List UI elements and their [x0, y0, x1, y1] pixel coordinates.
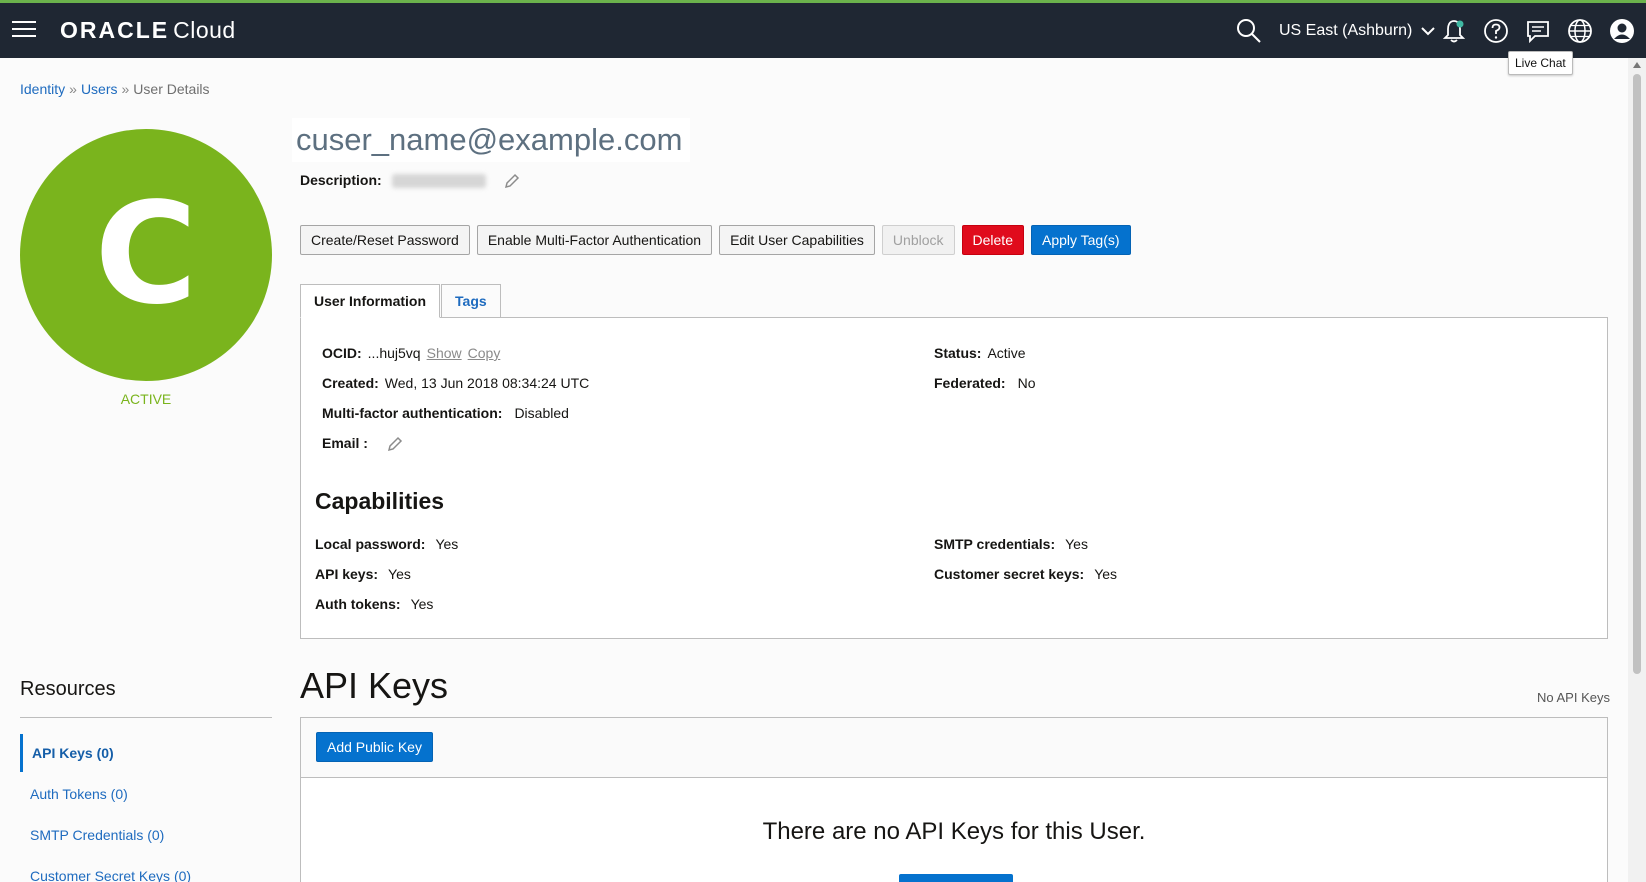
description-label: Description: — [300, 172, 382, 188]
edit-description-pencil-icon[interactable] — [503, 172, 521, 190]
created-label: Created: — [322, 375, 379, 391]
scroll-up-arrow-icon[interactable] — [1633, 62, 1641, 68]
resource-item-api-keys[interactable]: API Keys (0) — [20, 734, 272, 772]
federated-label: Federated: — [934, 375, 1006, 391]
breadcrumb-users[interactable]: Users — [81, 81, 118, 97]
bell-icon[interactable] — [1441, 18, 1467, 44]
status-field: Status: Active — [934, 345, 1026, 361]
live-chat-tooltip: Live Chat — [1508, 51, 1573, 75]
smtp-capability-label: SMTP credentials: — [934, 536, 1056, 552]
auth-tokens-capability-label: Auth tokens: — [315, 596, 401, 612]
ocid-show-link[interactable]: Show — [427, 345, 462, 361]
local-password-value: Yes — [435, 536, 459, 552]
top-navigation-bar: ORACLE Cloud US East (Ashburn) — [0, 0, 1646, 58]
breadcrumb-separator: » — [121, 81, 130, 97]
api-keys-capability-value: Yes — [388, 566, 411, 582]
api-keys-empty-message: There are no API Keys for this User. — [762, 818, 1146, 845]
menu-icon[interactable] — [12, 21, 36, 39]
brand-light-text: Cloud — [173, 17, 236, 43]
breadcrumb-current: User Details — [133, 81, 210, 97]
edit-email-pencil-icon[interactable] — [386, 435, 404, 453]
resources-heading: Resources — [20, 678, 116, 700]
detail-tabs: User Information Tags — [300, 284, 501, 318]
status-value: Active — [987, 345, 1026, 361]
apply-tags-button[interactable]: Apply Tag(s) — [1030, 225, 1131, 255]
edit-user-capabilities-button[interactable]: Edit User Capabilities — [719, 225, 875, 255]
user-icon[interactable] — [1609, 18, 1635, 44]
mfa-value: Disabled — [514, 405, 569, 421]
status-label: Status: — [934, 345, 982, 361]
customer-secret-capability-field: Customer secret keys: Yes — [934, 566, 1117, 582]
scrollbar-thumb[interactable] — [1633, 74, 1641, 674]
page-title-wrap: cuser_name@example.com — [292, 118, 691, 162]
resources-divider — [20, 717, 272, 718]
ocid-copy-link[interactable]: Copy — [468, 345, 501, 361]
capabilities-heading: Capabilities — [315, 488, 445, 514]
tab-user-information[interactable]: User Information — [300, 284, 441, 318]
api-keys-panel: Add Public Key There are no API Keys for… — [300, 717, 1608, 882]
create-reset-password-button[interactable]: Create/Reset Password — [300, 225, 470, 255]
add-public-key-button[interactable]: Add Public Key — [316, 732, 433, 762]
help-icon[interactable] — [1483, 18, 1509, 44]
region-label: US East (Ashburn) — [1279, 22, 1413, 39]
delete-button[interactable]: Delete — [961, 225, 1024, 255]
local-password-field: Local password: Yes — [315, 536, 458, 552]
mfa-field: Multi-factor authentication: Disabled — [322, 405, 569, 421]
auth-tokens-capability-value: Yes — [410, 596, 434, 612]
user-actions-toolbar: Create/Reset Password Enable Multi-Facto… — [300, 225, 1131, 255]
region-selector[interactable]: US East (Ashburn) — [1279, 22, 1435, 40]
api-keys-toolbar: Add Public Key — [301, 718, 1607, 778]
resource-item-customer-secret-keys[interactable]: Customer Secret Keys (0) — [20, 857, 272, 882]
resource-item-smtp-credentials[interactable]: SMTP Credentials (0) — [20, 816, 272, 854]
email-label: Email : — [322, 435, 368, 451]
description-value-redacted — [391, 174, 486, 189]
api-keys-capability-label: API keys: — [315, 566, 379, 582]
chevron-down-icon — [1421, 27, 1435, 36]
user-status-label: ACTIVE — [120, 391, 172, 407]
api-keys-count: No API Keys — [1537, 690, 1610, 705]
oracle-cloud-logo[interactable]: ORACLE Cloud — [60, 17, 236, 44]
customer-secret-capability-value: Yes — [1094, 566, 1118, 582]
created-value: Wed, 13 Jun 2018 08:34:24 UTC — [384, 375, 590, 391]
page-title: cuser_name@example.com — [296, 122, 683, 157]
breadcrumb-identity[interactable]: Identity — [20, 81, 65, 97]
page-scrollbar[interactable] — [1628, 58, 1646, 882]
created-field: Created: Wed, 13 Jun 2018 08:34:24 UTC — [322, 375, 589, 391]
search-icon[interactable] — [1236, 18, 1262, 44]
unblock-button: Unblock — [881, 225, 955, 255]
ocid-value: ...huj5vq — [367, 345, 421, 361]
smtp-capability-field: SMTP credentials: Yes — [934, 536, 1088, 552]
auth-tokens-capability-field: Auth tokens: Yes — [315, 596, 433, 612]
api-keys-empty-add-button[interactable] — [899, 874, 1013, 882]
user-avatar: C — [20, 129, 272, 381]
tab-tags[interactable]: Tags — [441, 284, 501, 318]
federated-value: No — [1017, 375, 1036, 391]
federated-field: Federated: No — [934, 375, 1035, 391]
email-field: Email : — [322, 435, 404, 453]
chat-icon[interactable] — [1525, 18, 1551, 44]
brand-strong-text: ORACLE — [60, 17, 170, 43]
user-information-panel: OCID: ...huj5vq Show Copy Created: Wed, 13 J… — [300, 317, 1608, 639]
smtp-capability-value: Yes — [1065, 536, 1088, 552]
enable-mfa-button[interactable]: Enable Multi-Factor Authentication — [476, 225, 713, 255]
ocid-field: OCID: ...huj5vq Show Copy — [322, 345, 500, 361]
local-password-label: Local password: — [315, 536, 426, 552]
resource-item-auth-tokens[interactable]: Auth Tokens (0) — [20, 775, 272, 813]
customer-secret-capability-label: Customer secret keys: — [934, 566, 1085, 582]
ocid-label: OCID: — [322, 345, 362, 361]
api-keys-capability-field: API keys: Yes — [315, 566, 411, 582]
description-row: Description: — [300, 172, 521, 190]
globe-icon[interactable] — [1567, 18, 1593, 44]
api-keys-heading: API Keys — [300, 665, 449, 706]
mfa-label: Multi-factor authentication: — [322, 405, 503, 421]
breadcrumb-separator: » — [69, 81, 77, 97]
breadcrumb: Identity» Users» User Details — [20, 81, 210, 97]
